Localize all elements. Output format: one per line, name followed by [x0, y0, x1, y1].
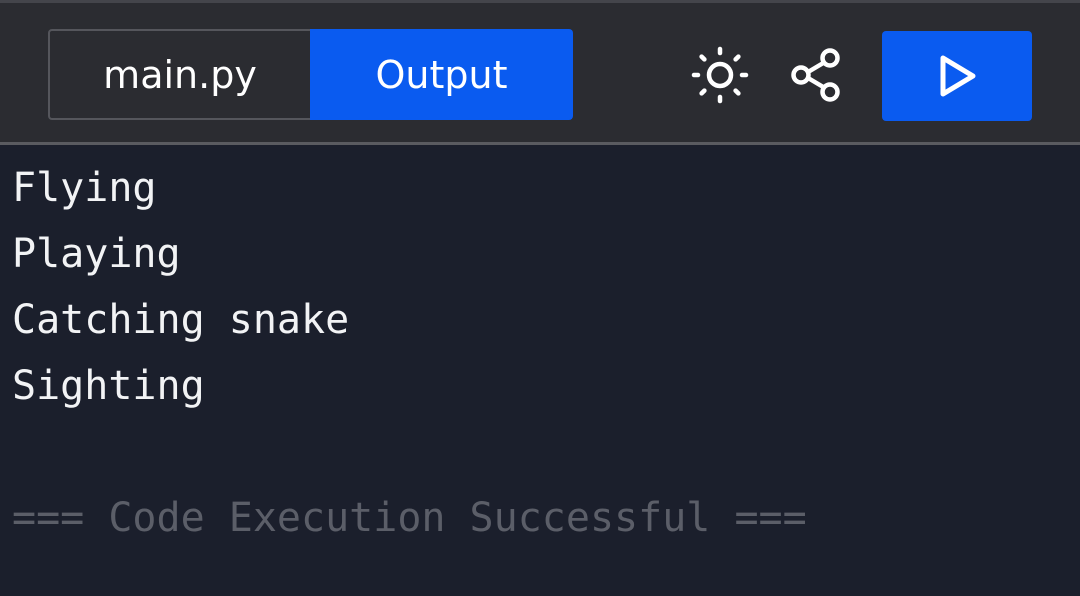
play-icon [940, 55, 976, 97]
run-button[interactable] [882, 31, 1032, 121]
share-icon [791, 48, 840, 102]
output-console: Flying Playing Catching snake Sighting =… [0, 145, 1080, 596]
tab-output-label: Output [375, 52, 508, 97]
output-line: Flying [12, 165, 157, 211]
tab-main-py-label: main.py [103, 52, 257, 97]
online-python-compiler: main.py Output Flying Playing Catching s… [0, 0, 1080, 596]
output-line: Catching snake [12, 297, 350, 343]
execution-status: === Code Execution Successful === [12, 495, 807, 541]
tab-output[interactable]: Output [310, 29, 573, 120]
toolbar: main.py Output [0, 0, 1080, 145]
output-line: Sighting [12, 363, 205, 409]
share-button[interactable] [784, 43, 848, 107]
tab-main-py[interactable]: main.py [48, 29, 312, 120]
sun-icon [691, 46, 749, 104]
output-blank-line [12, 419, 1080, 485]
theme-toggle-button[interactable] [688, 43, 752, 107]
output-line: Playing [12, 231, 181, 277]
